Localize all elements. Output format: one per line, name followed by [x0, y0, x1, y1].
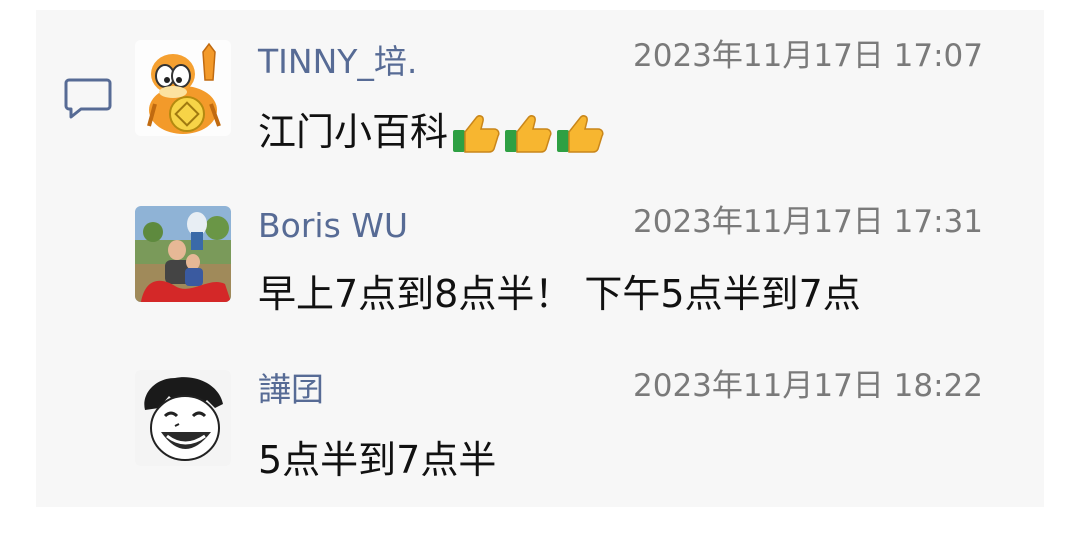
comment-text: 5点半到7点半	[258, 438, 497, 482]
comment-text: 早上7点到8点半！ 下午5点半到7点	[258, 272, 861, 316]
comment-timestamp: 2023年11月17日 17:31	[633, 204, 983, 240]
avatar-cat-image	[135, 40, 231, 136]
comment-author-name[interactable]: TINNY_培.	[258, 42, 417, 82]
thumbs-up-icon	[505, 115, 552, 153]
avatar-luffy[interactable]	[135, 370, 231, 466]
avatar-tinny[interactable]	[135, 40, 231, 136]
thumbs-up-icon	[557, 115, 604, 153]
emoji-group	[450, 110, 606, 154]
avatar-boris[interactable]	[135, 206, 231, 302]
thumbs-up-icon	[453, 115, 500, 153]
comment-bubble-icon	[64, 78, 112, 119]
comment-timestamp: 2023年11月17日 17:07	[633, 38, 983, 74]
avatar-sketch-image	[135, 370, 231, 466]
comment-author-name[interactable]: Boris WU	[258, 206, 408, 246]
comment-timestamp: 2023年11月17日 18:22	[633, 368, 983, 404]
avatar-photo-image	[135, 206, 231, 302]
comment-author-name[interactable]: 譁囝	[258, 370, 324, 410]
comment-text-body: 江门小百科	[258, 110, 449, 154]
comment-text: 江门小百科	[258, 108, 606, 156]
